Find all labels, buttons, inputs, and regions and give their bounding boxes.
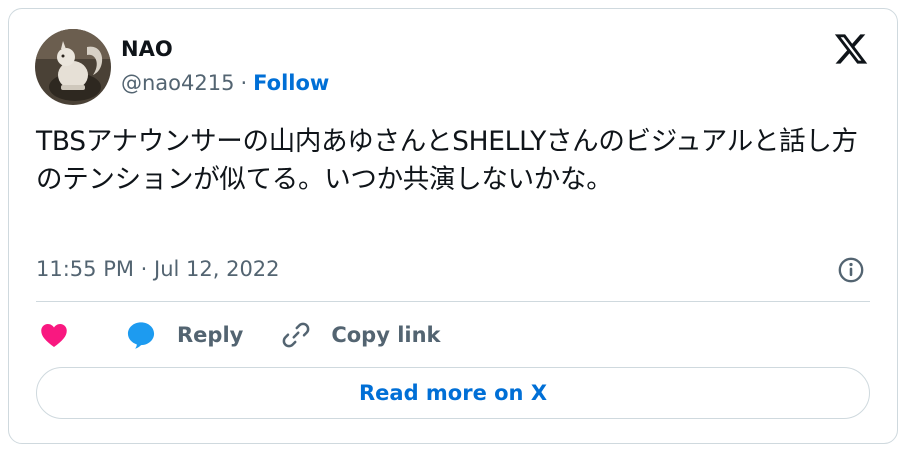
avatar-image (35, 29, 111, 105)
copy-link-label: Copy link (331, 323, 441, 347)
author-handle[interactable]: @nao4215 (121, 71, 234, 95)
info-icon[interactable] (837, 256, 865, 284)
tweet-text: TBSアナウンサーの山内あゆさんとSHELLYさんのビジュアルと話し方のテンショ… (36, 126, 858, 195)
link-icon (282, 322, 310, 348)
author-handle-row: @nao4215 · Follow (121, 71, 329, 95)
heart-icon (41, 324, 67, 347)
like-button[interactable] (39, 320, 69, 350)
x-logo-icon[interactable] (833, 31, 869, 67)
follow-button[interactable]: Follow (253, 71, 329, 95)
author-name[interactable]: NAO (121, 37, 173, 61)
divider (36, 301, 870, 302)
reply-button[interactable]: Reply (125, 319, 243, 351)
avatar[interactable] (35, 29, 111, 105)
tweet-actions: Reply Copy link (39, 315, 441, 355)
speech-bubble-icon (127, 322, 155, 349)
tweet-card: NAO @nao4215 · Follow TBSアナウンサーの山内あゆさんとSHE… (8, 8, 898, 444)
handle-separator: · (240, 71, 248, 95)
reply-label: Reply (177, 323, 244, 347)
copy-link-button[interactable]: Copy link (281, 320, 441, 350)
tweet-timestamp[interactable]: 11:55 PM · Jul 12, 2022 (36, 257, 280, 281)
read-more-button[interactable]: Read more on X (36, 367, 870, 419)
